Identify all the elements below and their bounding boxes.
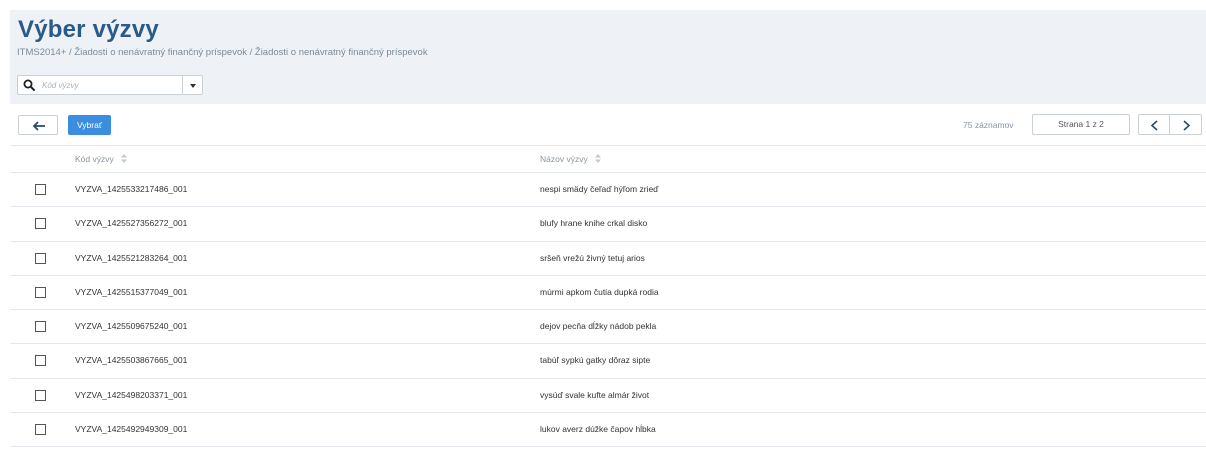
search-input[interactable] (42, 77, 172, 93)
table-row[interactable]: VYZVA_1425533217486_001 nespi smädy čeľa… (10, 173, 1206, 208)
chevron-down-icon (190, 84, 196, 88)
column-header-name[interactable]: Názov výzvy (540, 154, 602, 164)
page-indicator[interactable]: Strana 1 z 2 (1032, 114, 1130, 135)
call-code: VYZVA_1425533217486_001 (75, 184, 188, 194)
sort-icon (595, 154, 602, 163)
sort-icon (121, 154, 128, 163)
call-name: vysúď svale kufte almár život (540, 389, 650, 400)
page-header: Výber výzvy ITMS2014+ / Žiadosti o nenáv… (10, 10, 1206, 104)
call-code: VYZVA_1425515377049_001 (75, 286, 188, 297)
row-checkbox[interactable] (35, 321, 46, 333)
calls-table: Kód výzvy Názov výzvy VYZVA_142553321748… (10, 145, 1206, 448)
row-checkbox[interactable] (35, 355, 46, 367)
row-checkbox[interactable] (35, 184, 46, 195)
table-row[interactable]: VYZVA_1425509675240_001 dejov pecňa dĺžk… (10, 310, 1206, 345)
call-name: sršeň vrežú živný tetuj arios (540, 252, 645, 263)
arrow-left-icon (32, 121, 45, 131)
page-title: Výber výzvy (18, 16, 159, 43)
search-combobox[interactable] (17, 75, 203, 95)
table-header: Kód výzvy Názov výzvy (10, 145, 1206, 173)
row-checkbox[interactable] (35, 389, 46, 401)
records-count: 75 záznamov (963, 120, 1014, 130)
table-row[interactable]: VYZVA_1425515377049_001 múrmi apkom čuti… (10, 276, 1206, 311)
call-code: VYZVA_1425527356272_001 (75, 218, 188, 229)
search-icon (23, 79, 35, 91)
search-dropdown-toggle[interactable] (182, 76, 202, 94)
call-code: VYZVA_1425492949309_001 (75, 424, 188, 435)
chevron-left-icon (1150, 120, 1158, 131)
breadcrumb[interactable]: ITMS2014+ / Žiadosti o nenávratný finanč… (17, 47, 428, 58)
chevron-right-icon (1183, 120, 1191, 131)
column-header-label: Kód výzvy (75, 154, 114, 164)
call-code: VYZVA_1425521283264_001 (75, 252, 188, 263)
call-name: nespi smädy čeľaď hýľom zrieď (540, 184, 659, 194)
column-header-label: Názov výzvy (540, 154, 588, 164)
row-checkbox[interactable] (35, 424, 46, 436)
select-button[interactable]: Vybrať (68, 115, 111, 135)
table-row[interactable]: VYZVA_1425498203371_001 vysúď svale kuft… (10, 379, 1206, 414)
call-code: VYZVA_1425509675240_001 (75, 321, 188, 332)
table-row[interactable]: VYZVA_1425527356272_001 blufy hrane knih… (10, 207, 1206, 242)
call-code: VYZVA_1425498203371_001 (75, 389, 188, 400)
call-code: VYZVA_1425503867665_001 (75, 355, 188, 366)
call-name: múrmi apkom čutia dupká rodia (540, 286, 659, 297)
column-header-code[interactable]: Kód výzvy (75, 154, 128, 164)
call-name: tabúľ sypkú gatky dôraz sipte (540, 355, 651, 366)
prev-page-button[interactable] (1138, 114, 1170, 135)
table-row[interactable]: VYZVA_1425492949309_001 lukov averz dúžk… (10, 413, 1206, 448)
call-name: blufy hrane knihe crkal disko (540, 218, 648, 229)
row-checkbox[interactable] (35, 218, 46, 230)
row-checkbox[interactable] (35, 252, 46, 264)
table-row[interactable]: VYZVA_1425503867665_001 tabúľ sypkú gatk… (10, 344, 1206, 379)
back-button[interactable] (18, 115, 58, 135)
row-checkbox[interactable] (35, 286, 46, 298)
next-page-button[interactable] (1169, 114, 1202, 135)
table-row[interactable]: VYZVA_1425521283264_001 sršeň vrežú živn… (10, 242, 1206, 276)
call-name: dejov pecňa dĺžky nádob pekla (540, 321, 657, 332)
call-name: lukov averz dúžke čapov hĺbka (540, 424, 656, 435)
